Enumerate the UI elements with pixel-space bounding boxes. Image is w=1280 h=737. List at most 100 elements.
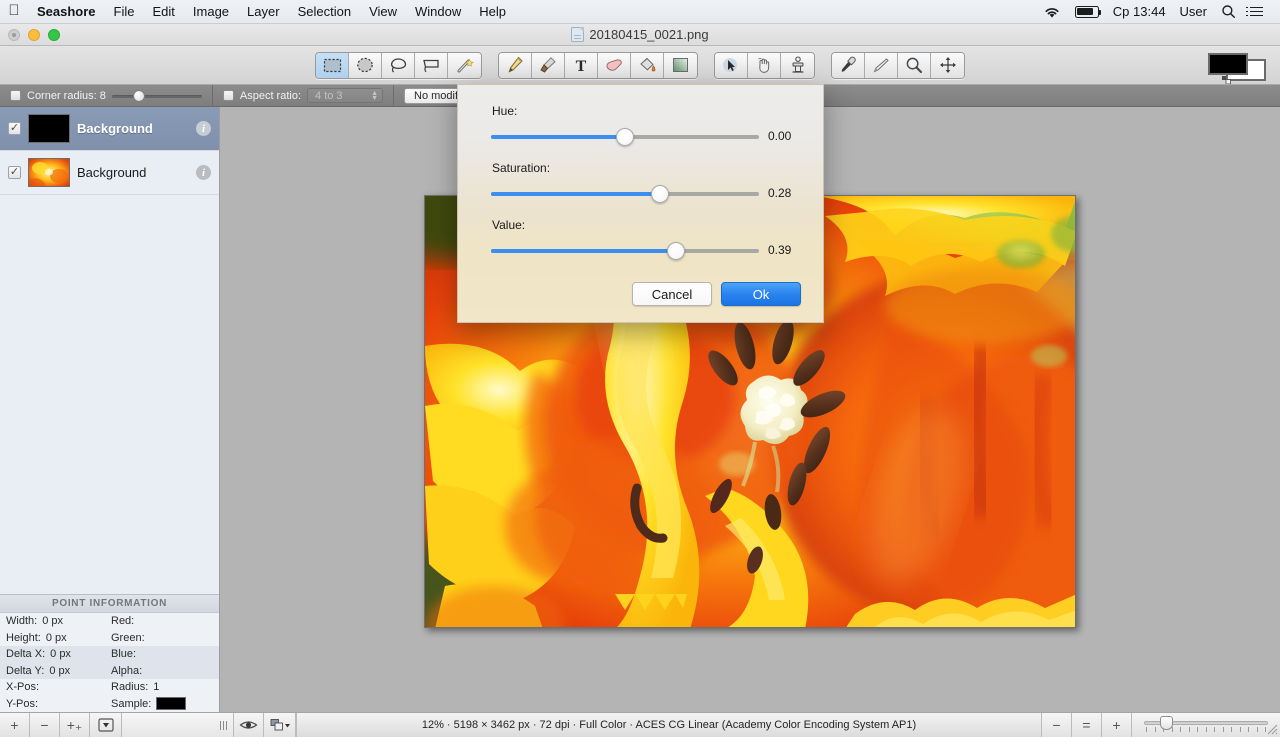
zoom-tool[interactable]	[898, 53, 931, 78]
aspect-ratio-select[interactable]: 4 to 3 ▲▼	[307, 88, 383, 103]
menu-bar-clock[interactable]: Cp 13:44	[1106, 0, 1173, 23]
hue-slider-thumb[interactable]	[616, 128, 634, 146]
point-info-row: Delta X: 0 px Blue:	[0, 646, 219, 663]
value-slider[interactable]	[491, 241, 759, 261]
menu-item-selection[interactable]: Selection	[289, 0, 360, 23]
rectangle-select-tool[interactable]	[316, 53, 349, 78]
document-icon	[571, 27, 584, 42]
corner-radius-slider-thumb[interactable]	[133, 90, 145, 102]
point-info-label: Height:	[6, 632, 41, 644]
sidebar-resize-grip[interactable]	[122, 713, 234, 737]
value-slider-fill	[491, 249, 676, 253]
remove-layer-button[interactable]: −	[30, 713, 60, 737]
utility-tool-group	[831, 52, 965, 79]
foreground-color-swatch[interactable]	[1208, 53, 1248, 75]
apple-menu-icon[interactable]: 	[0, 3, 28, 20]
smudge-tool[interactable]	[865, 53, 898, 78]
point-info-label: Delta Y:	[6, 665, 44, 677]
aspect-ratio-label: Aspect ratio:	[240, 90, 301, 102]
window-title-text: 20180415_0021.png	[589, 27, 708, 42]
duplicate-layer-button[interactable]: +₊	[60, 713, 90, 737]
point-info-width: Width: 0 px	[0, 615, 108, 627]
zoom-in-button[interactable]: +	[1102, 713, 1132, 737]
window-title-bar: 20180415_0021.png	[0, 24, 1280, 46]
wifi-icon[interactable]	[1036, 0, 1068, 23]
tool-groups: T	[315, 52, 965, 79]
layers-panel-empty-space	[0, 195, 219, 594]
swap-colors-icon[interactable]	[1222, 73, 1231, 81]
aspect-ratio-checkbox[interactable]	[223, 90, 234, 101]
layer-row[interactable]: ✓	[0, 151, 219, 195]
layer-row[interactable]: ✓ Background i	[0, 107, 219, 151]
saturation-slider-fill	[491, 192, 660, 196]
pencil-tool[interactable]	[499, 53, 532, 78]
zoom-slider-thumb[interactable]	[1160, 716, 1173, 730]
text-tool[interactable]: T	[565, 53, 598, 78]
layer-name-label: Background	[77, 121, 189, 136]
eyedropper-tool[interactable]	[832, 53, 865, 78]
menu-item-seashore[interactable]: Seashore	[28, 0, 105, 23]
hand-tool[interactable]	[748, 53, 781, 78]
point-info-radius: Radius: 1	[108, 681, 219, 693]
zoom-slider[interactable]	[1132, 713, 1280, 737]
window-resize-corner[interactable]	[1265, 722, 1279, 736]
saturation-label: Saturation:	[492, 161, 550, 175]
magic-wand-tool[interactable]	[448, 53, 481, 78]
saturation-slider-thumb[interactable]	[651, 185, 669, 203]
point-info-label: Width:	[6, 615, 37, 627]
seashore-application-window:  Seashore File Edit Image Layer Selecti…	[0, 0, 1280, 737]
color-swatches[interactable]	[1208, 53, 1266, 79]
menu-item-file[interactable]: File	[105, 0, 144, 23]
polygon-lasso-tool[interactable]	[415, 53, 448, 78]
gradient-tool[interactable]	[664, 53, 697, 78]
menu-bar-user[interactable]: User	[1173, 0, 1214, 23]
cancel-button[interactable]: Cancel	[632, 282, 712, 306]
point-info-value: 0 px	[49, 665, 70, 677]
point-info-value: 0 px	[46, 632, 67, 644]
layer-info-icon[interactable]: i	[196, 165, 211, 180]
hue-slider[interactable]	[491, 127, 759, 147]
menu-item-view[interactable]: View	[360, 0, 406, 23]
layers-panel: ✓ Background i ✓	[0, 107, 219, 195]
pointer-tool[interactable]	[715, 53, 748, 78]
control-center-icon[interactable]	[1243, 0, 1270, 23]
lasso-tool[interactable]	[382, 53, 415, 78]
move-tool[interactable]	[931, 53, 964, 78]
layer-thumbnail	[28, 158, 70, 187]
point-info-value: 1	[153, 681, 159, 693]
corner-radius-checkbox[interactable]	[10, 90, 21, 101]
layer-thumbnail	[28, 114, 70, 143]
layer-visibility-checkbox[interactable]: ✓	[8, 166, 21, 179]
battery-icon[interactable]	[1068, 0, 1106, 23]
zoom-fit-button[interactable]: =	[1072, 713, 1102, 737]
layer-menu-button[interactable]	[90, 713, 122, 737]
zoom-controls: − = +	[1042, 713, 1280, 737]
point-info-delta-y: Delta Y: 0 px	[0, 665, 108, 677]
eraser-tool[interactable]	[598, 53, 631, 78]
spotlight-search-icon[interactable]	[1214, 0, 1243, 23]
menu-item-image[interactable]: Image	[184, 0, 238, 23]
saturation-slider[interactable]	[491, 184, 759, 204]
macos-menu-bar:  Seashore File Edit Image Layer Selecti…	[0, 0, 1280, 24]
clone-stamp-tool[interactable]	[781, 53, 814, 78]
menu-item-layer[interactable]: Layer	[238, 0, 289, 23]
menu-item-help[interactable]: Help	[470, 0, 515, 23]
corner-radius-label: Corner radius: 8	[27, 90, 106, 102]
corner-radius-slider[interactable]	[112, 90, 202, 102]
menu-item-edit[interactable]: Edit	[144, 0, 184, 23]
ellipse-select-tool[interactable]	[349, 53, 382, 78]
zoom-out-button[interactable]: −	[1042, 713, 1072, 737]
menu-item-window[interactable]: Window	[406, 0, 470, 23]
brush-tool[interactable]	[532, 53, 565, 78]
value-slider-thumb[interactable]	[667, 242, 685, 260]
layer-visibility-checkbox[interactable]: ✓	[8, 122, 21, 135]
paint-bucket-tool[interactable]	[631, 53, 664, 78]
point-information-title: POINT INFORMATION	[0, 595, 219, 613]
ok-button[interactable]: Ok	[721, 282, 801, 306]
layer-name-label: Background	[77, 165, 189, 180]
hue-label: Hue:	[492, 104, 517, 118]
visibility-toggle-button[interactable]	[234, 713, 264, 737]
add-layer-button[interactable]: +	[0, 713, 30, 737]
layers-overlay-button[interactable]	[264, 713, 296, 737]
layer-info-icon[interactable]: i	[196, 121, 211, 136]
